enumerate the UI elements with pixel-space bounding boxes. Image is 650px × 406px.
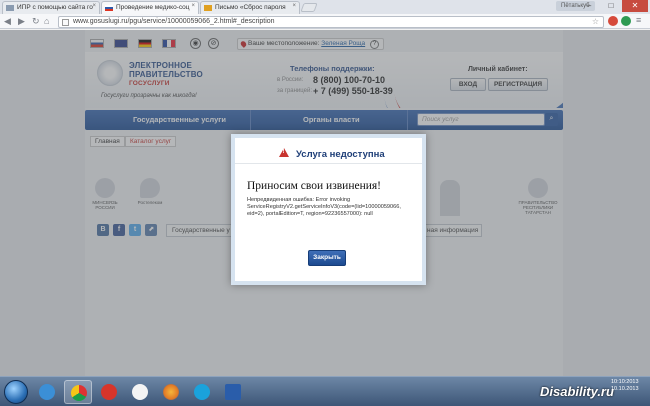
watermark-brand: Disability.ru: [540, 384, 614, 399]
close-window-button[interactable]: ✕: [622, 0, 648, 12]
cloud-icon: [132, 384, 148, 400]
yandex-icon: [101, 384, 117, 400]
dialog-title: Услуга недоступна: [296, 149, 385, 160]
reload-icon[interactable]: ↻: [32, 16, 40, 27]
tab-title: Проведение медико-соц: [116, 4, 190, 11]
dialog-apology: Приносим свои извинения!: [247, 180, 382, 192]
mail-favicon: [204, 5, 212, 11]
new-tab-button[interactable]: [300, 3, 318, 12]
extension-icon-green[interactable]: [621, 16, 631, 26]
forward-arrow-icon[interactable]: ▶: [18, 16, 25, 27]
browser-tab-1[interactable]: ИПР с помощью сайта го ×: [2, 1, 100, 14]
browser-tab-strip: ИПР с помощью сайта го × Проведение меди…: [0, 0, 650, 14]
start-button[interactable]: [4, 380, 28, 404]
dialog-error-message: Непредвиденная ошибка: Error invoking Se…: [247, 197, 401, 218]
clock-time: 10:10:2013: [611, 379, 639, 385]
taskbar-app-chrome[interactable]: [64, 380, 92, 404]
browser-tab-2[interactable]: Проведение медико-соц ×: [101, 1, 199, 14]
address-bar[interactable]: www.gosuslugi.ru/pgu/service/10000059066…: [58, 16, 604, 28]
taskbar-app-skype[interactable]: [188, 380, 216, 404]
ie-icon: [39, 384, 55, 400]
tab-title: ИПР с помощью сайта го: [17, 4, 93, 11]
back-arrow-icon[interactable]: ◀: [4, 16, 11, 27]
browser-tab-3[interactable]: Письмо «Сброс пароля ×: [200, 1, 300, 14]
bookmark-star-icon[interactable]: ☆: [592, 17, 599, 26]
close-icon[interactable]: ×: [191, 3, 195, 9]
close-icon[interactable]: ×: [92, 3, 96, 9]
flag-ru-favicon: [105, 5, 113, 11]
close-dialog-button[interactable]: Закрыть: [308, 250, 346, 266]
minimize-button[interactable]: –: [578, 0, 600, 12]
maximize-button[interactable]: □: [600, 0, 622, 12]
taskbar-app-firefox[interactable]: [157, 380, 185, 404]
url-text: www.gosuslugi.ru/pgu/service/10000059066…: [73, 18, 275, 25]
taskbar-app-word[interactable]: [219, 380, 247, 404]
dialog-header: Услуга недоступна: [235, 138, 422, 164]
skype-icon: [194, 384, 210, 400]
tab-title: Письмо «Сброс пароля: [215, 4, 286, 11]
clock-date: 10.10.2013: [611, 386, 639, 392]
system-clock[interactable]: 10:10:2013 10.10.2013: [611, 379, 639, 393]
taskbar-app-ie[interactable]: [33, 380, 61, 404]
tab-favicon: [6, 5, 14, 11]
taskbar-app-yandex[interactable]: [95, 380, 123, 404]
taskbar-app-cloud[interactable]: [126, 380, 154, 404]
page-icon: [62, 19, 69, 26]
extension-icon-red[interactable]: [608, 16, 618, 26]
warning-icon: [279, 148, 289, 157]
windows-taskbar: Disability.ru 10:10:2013 10.10.2013: [0, 376, 650, 406]
firefox-icon: [163, 384, 179, 400]
word-icon: [225, 384, 241, 400]
menu-icon[interactable]: ≡: [636, 15, 641, 25]
error-dialog: Услуга недоступна Приносим свои извинени…: [231, 134, 426, 285]
close-icon[interactable]: ×: [292, 3, 296, 9]
browser-toolbar: ◀ ▶ ↻ ⌂ www.gosuslugi.ru/pgu/service/100…: [0, 14, 650, 29]
home-icon[interactable]: ⌂: [44, 16, 49, 26]
chrome-icon: [71, 385, 87, 401]
